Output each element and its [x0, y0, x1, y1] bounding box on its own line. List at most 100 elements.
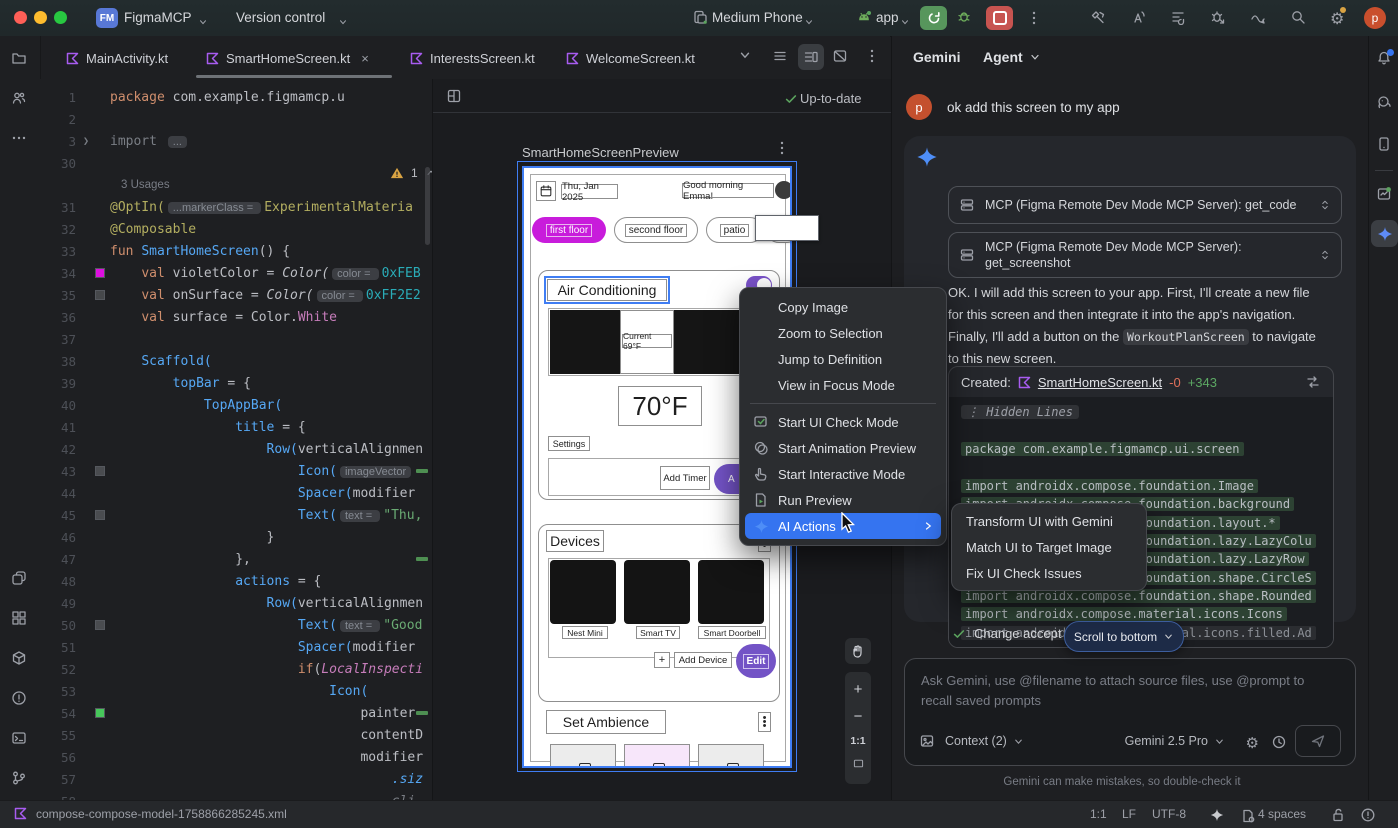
close-tab-icon[interactable]: ×: [361, 51, 369, 66]
preview-more-kebab-icon[interactable]: [774, 140, 790, 161]
rerun-button[interactable]: [920, 6, 947, 30]
line-number: 32: [40, 222, 83, 237]
usages-hint[interactable]: 3 Usages: [40, 179, 170, 191]
more-tool-windows-icon[interactable]: [11, 130, 27, 146]
input-placeholder: recall saved prompts: [921, 691, 1041, 711]
hammer-icon[interactable]: [1090, 9, 1106, 25]
preview-layout-icon[interactable]: [446, 88, 462, 109]
device-selector[interactable]: Medium Phone: [712, 10, 803, 25]
code-inspect-icon[interactable]: [1130, 9, 1146, 25]
unlock-icon[interactable]: [1330, 807, 1346, 823]
gradle-icon[interactable]: [1376, 94, 1392, 110]
gemini-icon[interactable]: [1371, 220, 1398, 247]
menu-item-start-ui-check-mode[interactable]: Start UI Check Mode: [745, 409, 941, 435]
zoom-in-button[interactable]: +: [854, 681, 863, 698]
menu-item-copy-image[interactable]: Copy Image: [745, 294, 941, 320]
structure-users-icon[interactable]: [11, 90, 27, 106]
context-dropdown[interactable]: Context (2): [945, 734, 1024, 748]
device-manager-icon[interactable]: [1376, 136, 1392, 152]
gemini-star-icon[interactable]: [1210, 808, 1224, 822]
expand-chevron-icon[interactable]: [1319, 249, 1331, 261]
tool-call-0[interactable]: MCP (Figma Remote Dev Mode MCP Server): …: [948, 186, 1342, 224]
code-editor[interactable]: 1package com.example.figmamcp.u23❯import…: [40, 79, 432, 800]
code-line: 1package com.example.figmamcp.u: [40, 86, 432, 108]
version-control-icon[interactable]: [11, 770, 27, 786]
packages-icon[interactable]: [11, 610, 27, 626]
encoding[interactable]: UTF-8: [1152, 807, 1186, 821]
zoom-controls: + − 1:1: [845, 672, 871, 784]
problems-icon[interactable]: [11, 690, 27, 706]
scroll-to-bottom-button[interactable]: Scroll to bottom: [1064, 621, 1184, 652]
close-window-button[interactable]: [14, 11, 27, 24]
diff-added-count: +343: [1188, 375, 1217, 390]
vcs-widget[interactable]: Version control: [236, 10, 325, 25]
ambience-title: Set Ambience: [546, 710, 666, 734]
app-insights-icon[interactable]: [1376, 186, 1392, 202]
zoom-out-button[interactable]: −: [854, 708, 863, 725]
run-config-selector[interactable]: app: [876, 10, 899, 25]
terminal-icon[interactable]: [11, 730, 27, 746]
submenu-item-fix-ui-check-issues[interactable]: Fix UI Check Issues: [952, 560, 1146, 586]
tab-welcomescreen-kt[interactable]: WelcomeScreen.kt: [556, 42, 716, 74]
expand-chevron-icon[interactable]: [1319, 199, 1331, 211]
indent-setting[interactable]: 4 spaces: [1258, 807, 1306, 821]
code-line: 54 painter: [40, 702, 432, 724]
commit-icon[interactable]: [11, 570, 27, 586]
line-number: 35: [40, 288, 83, 303]
generated-code-line: package com.example.figmamcp.ui.screen: [961, 440, 1321, 458]
zoom-fit-button[interactable]: [852, 757, 865, 775]
code-text: modifier: [110, 750, 423, 765]
fold-arrow-icon[interactable]: ❯: [83, 136, 95, 147]
menu-item-view-in-focus-mode[interactable]: View in Focus Mode: [745, 372, 941, 398]
model-selector[interactable]: Gemini 2.5 Pro: [1125, 734, 1225, 748]
line-ending[interactable]: LF: [1122, 807, 1136, 821]
stop-button[interactable]: [986, 6, 1013, 30]
project-selector[interactable]: FigmaMCP: [124, 10, 192, 25]
tab-mainactivity-kt[interactable]: MainActivity.kt: [56, 42, 196, 74]
attach-image-icon[interactable]: [919, 733, 935, 749]
settings-icon[interactable]: ⚙: [1330, 9, 1344, 29]
gemini-input-box[interactable]: Ask Gemini, use @filename to attach sour…: [904, 658, 1356, 766]
tab-gemini[interactable]: Gemini: [913, 49, 960, 65]
menu-item-start-animation-preview[interactable]: Start Animation Preview: [745, 435, 941, 461]
zoom-100-button[interactable]: 1:1: [850, 735, 865, 747]
split-preview-icon[interactable]: [798, 44, 824, 70]
todo-list-icon[interactable]: [1170, 9, 1186, 25]
editor-list-icon[interactable]: [772, 48, 788, 69]
pan-hand-button[interactable]: [845, 638, 871, 664]
ui-check-icon: [752, 414, 770, 430]
created-file-link[interactable]: SmartHomeScreen.kt: [1038, 375, 1162, 390]
no-preview-icon[interactable]: [832, 48, 848, 69]
build-icon[interactable]: [11, 650, 27, 666]
tab-interestsscreen-kt[interactable]: InterestsScreen.kt: [400, 42, 552, 74]
attach-debugger-icon[interactable]: [1210, 9, 1226, 25]
problem-circle-icon[interactable]: [1360, 807, 1376, 823]
tool-call-1[interactable]: MCP (Figma Remote Dev Mode MCP Server):g…: [948, 232, 1342, 278]
profiler-icon[interactable]: [1250, 9, 1266, 25]
caret-position[interactable]: 1:1: [1090, 807, 1107, 821]
history-clock-icon[interactable]: [1271, 734, 1287, 750]
submenu-item-match-ui-to-target-image[interactable]: Match UI to Target Image: [952, 534, 1146, 560]
submenu-item-transform-ui-with-gemini[interactable]: Transform UI with Gemini: [952, 508, 1146, 534]
menu-item-zoom-to-selection[interactable]: Zoom to Selection: [745, 320, 941, 346]
minimize-window-button[interactable]: [34, 11, 47, 24]
debug-icon[interactable]: [956, 8, 972, 29]
status-file-name[interactable]: compose-compose-model-1758866285245.xml: [36, 807, 287, 821]
project-icon[interactable]: [11, 50, 27, 66]
gemini-settings-gear-icon[interactable]: ⚙: [1246, 734, 1259, 752]
tab-list-chevron-icon[interactable]: [738, 48, 752, 67]
diff-icon[interactable]: [1305, 374, 1321, 390]
tab-smarthomescreen-kt[interactable]: SmartHomeScreen.kt×: [196, 42, 392, 74]
maximize-window-button[interactable]: [54, 11, 67, 24]
menu-item-run-preview[interactable]: Run Preview: [745, 487, 941, 513]
menu-item-jump-to-definition[interactable]: Jump to Definition: [745, 346, 941, 372]
user-avatar[interactable]: p: [1364, 7, 1386, 29]
search-everywhere-icon[interactable]: [1290, 9, 1306, 25]
editor-scrollbar[interactable]: [425, 167, 430, 245]
notifications-icon[interactable]: [1376, 50, 1392, 66]
more-actions-icon[interactable]: [1026, 10, 1042, 31]
send-button[interactable]: [1295, 725, 1341, 757]
tab-more-icon[interactable]: [864, 48, 880, 69]
menu-item-start-interactive-mode[interactable]: Start Interactive Mode: [745, 461, 941, 487]
agent-mode-selector[interactable]: Agent: [983, 49, 1041, 65]
